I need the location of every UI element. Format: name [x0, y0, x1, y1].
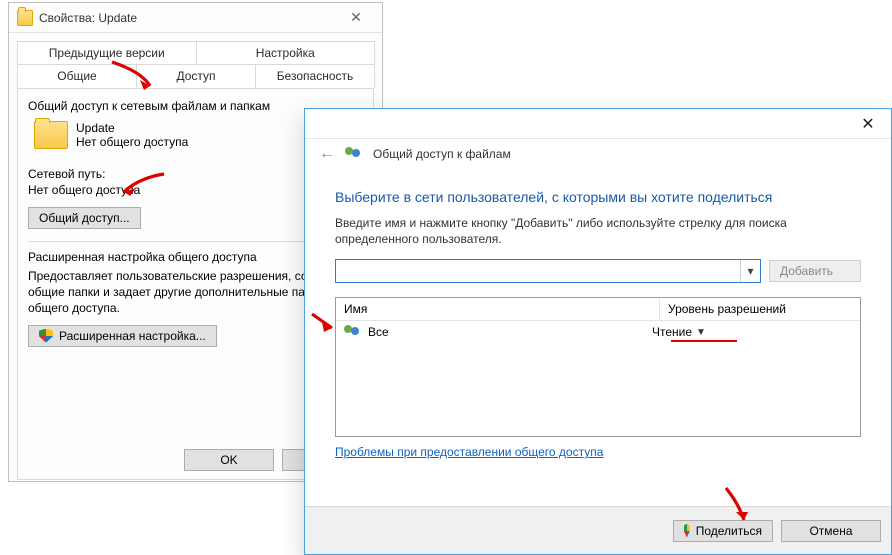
- col-permission[interactable]: Уровень разрешений: [660, 298, 860, 320]
- column-headers: Имя Уровень разрешений: [336, 298, 860, 321]
- permission-value: Чтение: [652, 325, 692, 339]
- ok-button[interactable]: OK: [184, 449, 274, 471]
- shield-icon: [39, 329, 53, 343]
- add-button[interactable]: Добавить: [769, 260, 861, 282]
- back-button[interactable]: ←: [319, 145, 335, 163]
- shield-icon: [684, 524, 690, 538]
- people-icon: [345, 145, 363, 163]
- chevron-down-icon[interactable]: ▾: [740, 260, 760, 282]
- annotation-underline: [671, 340, 737, 342]
- wizard-cancel-button[interactable]: Отмена: [781, 520, 881, 542]
- tab-security[interactable]: Безопасность: [255, 64, 375, 88]
- user-row[interactable]: Все Чтение ▼: [336, 321, 860, 343]
- close-button[interactable]: ✕: [845, 109, 891, 138]
- advanced-sharing-button[interactable]: Расширенная настройка...: [28, 325, 217, 347]
- wizard-heading: Выберите в сети пользователей, с которым…: [335, 189, 861, 205]
- folder-name: Update: [76, 121, 188, 135]
- wizard-titlebar: ✕: [305, 109, 891, 139]
- folder-share-state: Нет общего доступа: [76, 135, 188, 149]
- folder-icon-large: [34, 121, 68, 149]
- window-title: Свойства: Update: [39, 11, 336, 25]
- tab-general[interactable]: Общие: [17, 64, 137, 88]
- tab-prev-versions[interactable]: Предыдущие версии: [17, 41, 197, 64]
- folder-meta: Update Нет общего доступа: [76, 121, 188, 149]
- share-confirm-button[interactable]: Поделиться: [673, 520, 773, 542]
- wizard-subtext: Введите имя и нажмите кнопку "Добавить" …: [335, 215, 861, 247]
- chevron-down-icon: ▼: [696, 327, 706, 338]
- file-sharing-wizard: ✕ ← Общий доступ к файлам Выберите в сет…: [304, 108, 892, 555]
- titlebar: Свойства: Update ✕: [9, 3, 382, 33]
- user-input[interactable]: [336, 260, 740, 282]
- user-name: Все: [368, 325, 389, 339]
- close-button[interactable]: ✕: [336, 9, 376, 26]
- help-link[interactable]: Проблемы при предоставлении общего досту…: [335, 445, 603, 459]
- wizard-footer: Поделиться Отмена: [305, 506, 891, 554]
- user-list: Имя Уровень разрешений Все Чтение ▼: [335, 297, 861, 437]
- col-name[interactable]: Имя: [336, 298, 660, 320]
- user-combo[interactable]: ▾: [335, 259, 761, 283]
- wizard-subtitle: Общий доступ к файлам: [373, 147, 511, 161]
- group-icon: [344, 323, 362, 341]
- permission-cell[interactable]: Чтение ▼: [652, 325, 852, 339]
- share-button[interactable]: Общий доступ...: [28, 207, 141, 229]
- share-confirm-label: Поделиться: [696, 524, 762, 538]
- folder-icon: [17, 10, 33, 26]
- advanced-sharing-label: Расширенная настройка...: [59, 329, 206, 343]
- tab-sharing[interactable]: Доступ: [136, 64, 256, 88]
- tab-customize[interactable]: Настройка: [196, 41, 376, 64]
